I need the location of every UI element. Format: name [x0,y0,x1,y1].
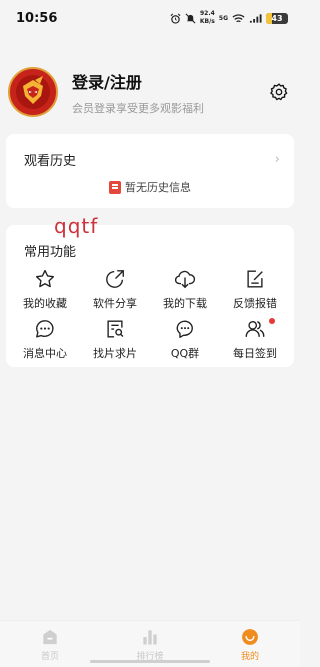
feature-downloads[interactable]: 我的下载 [150,268,220,312]
gear-icon[interactable] [266,79,292,105]
history-empty-text: 暂无历史信息 [125,181,191,194]
feature-label: QQ群 [170,347,200,360]
battery-icon: 43 [266,12,288,24]
feature-favorites[interactable]: 我的收藏 [10,268,80,312]
feature-daily-checkin[interactable]: 每日签到 [220,318,290,362]
feature-request-movie[interactable]: 找片求片 [80,318,150,362]
features-title: 常用功能 [24,245,77,260]
status-time: 10:56 [16,10,58,26]
users-icon [245,320,265,338]
alarm-icon [170,13,181,24]
hero-logo-icon[interactable] [8,67,58,117]
feature-label: 我的收藏 [23,297,67,310]
ranking-icon [143,630,157,645]
nav-home[interactable]: 首页 [10,627,90,662]
watermark-text: qqtf [54,214,99,238]
feature-feedback[interactable]: 反馈报错 [220,268,290,312]
history-card: 观看历史 › 暂无历史信息 [6,134,294,208]
notification-dot [269,318,275,324]
feature-label: 我的下载 [163,297,207,310]
profile-text: 登录/注册 会员登录享受更多观影福利 [72,69,266,116]
feature-label: 反馈报错 [233,297,277,310]
feature-qq-group[interactable]: QQ群 [150,318,220,362]
feature-share[interactable]: 软件分享 [80,268,150,312]
mute-icon [185,13,196,23]
login-register-link[interactable]: 登录/注册 [72,69,266,93]
features-card: 常用功能 我的收藏 软件分享 我的下载 反馈报错 消息中心 找片求片 QQ群 每… [6,225,294,367]
net-speed-unit: KB/s [199,18,215,25]
history-empty: 暂无历史信息 [6,179,294,195]
book-icon [109,180,121,194]
login-subtitle: 会员登录享受更多观影福利 [72,101,204,115]
feature-messages[interactable]: 消息中心 [10,318,80,362]
feature-label: 软件分享 [93,297,137,310]
signal-icon [249,13,262,23]
feature-label: 每日签到 [233,347,277,360]
net-speed: 92.4 KB/s [200,10,215,26]
cloud-download-icon [174,270,196,289]
nav-label: 首页 [40,652,59,662]
battery-level: 43 [271,13,283,23]
feature-label: 消息中心 [23,347,67,360]
group-chat-icon [176,320,193,338]
status-bar: 10:56 92.4 KB/s 5G 43 [0,0,300,36]
wifi-icon [232,13,245,22]
net-speed-value: 92.4 [199,10,215,17]
history-title: 观看历史 [24,154,77,169]
nav-ranking[interactable]: 排行榜 [110,627,190,662]
features-grid: 我的收藏 软件分享 我的下载 反馈报错 消息中心 找片求片 QQ群 每日签到 [6,260,294,362]
home-indicator[interactable] [90,660,210,663]
profile-header[interactable]: 登录/注册 会员登录享受更多观影福利 [8,64,292,120]
share-icon [106,270,124,288]
history-header[interactable]: 观看历史 › [6,134,294,169]
status-icons: 92.4 KB/s 5G 43 [170,10,288,26]
home-icon [43,629,57,645]
star-icon [35,269,55,288]
chevron-right-icon[interactable]: › [275,152,280,167]
smile-icon [242,629,258,645]
chat-icon [36,320,54,338]
feature-label: 找片求片 [93,347,137,360]
nav-mine[interactable]: 我的 [210,627,290,662]
network-type: 5G [218,14,228,22]
search-doc-icon [107,320,124,338]
nav-label: 我的 [240,652,259,662]
edit-icon [247,270,263,288]
